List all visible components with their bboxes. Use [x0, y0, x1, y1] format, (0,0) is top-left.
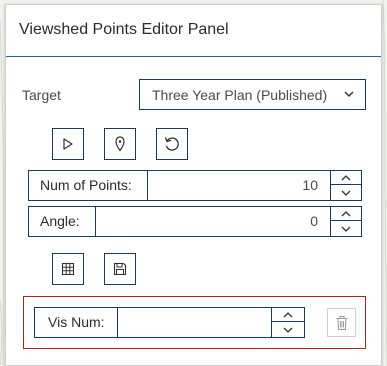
table-icon [61, 262, 75, 276]
place-point-button[interactable] [104, 128, 136, 160]
vis-num-decrement-button[interactable] [272, 322, 304, 337]
chevron-down-icon [341, 226, 351, 232]
target-select[interactable]: Three Year Plan (Published) [139, 79, 366, 110]
target-label: Target [22, 87, 61, 103]
vis-num-increment-button[interactable] [272, 308, 304, 322]
angle-increment-button[interactable] [331, 207, 361, 221]
save-icon [113, 262, 127, 276]
angle-label: Angle: [29, 207, 96, 236]
target-row: Target Three Year Plan (Published) [6, 79, 381, 111]
num-points-field: Num of Points: 10 [28, 170, 362, 201]
table-button[interactable] [52, 253, 84, 285]
angle-input[interactable]: 0 [97, 213, 318, 229]
trash-icon [336, 315, 347, 330]
delete-vis-num-button[interactable] [327, 308, 356, 337]
chevron-down-icon [283, 327, 293, 333]
num-points-label: Num of Points: [29, 171, 148, 200]
angle-decrement-button[interactable] [331, 221, 361, 236]
save-button[interactable] [104, 253, 136, 285]
chevron-down-icon [344, 91, 354, 97]
vis-num-row: Vis Num: [23, 296, 366, 349]
chevron-up-icon [341, 210, 351, 216]
vis-num-spinner [271, 308, 304, 337]
angle-field: Angle: 0 [28, 206, 362, 237]
vis-num-field: Vis Num: [34, 307, 305, 338]
num-points-input[interactable]: 10 [149, 177, 318, 193]
vis-num-label: Vis Num: [35, 308, 118, 337]
chevron-up-icon [283, 311, 293, 317]
num-points-decrement-button[interactable] [331, 185, 361, 200]
panel-title: Viewshed Points Editor Panel [6, 5, 381, 57]
angle-spinner [330, 207, 361, 236]
target-select-value: Three Year Plan (Published) [152, 87, 328, 103]
reset-button[interactable] [156, 128, 188, 160]
pointer-icon [63, 138, 73, 150]
chevron-up-icon [341, 174, 351, 180]
refresh-icon [164, 137, 179, 151]
map-pin-icon [115, 136, 125, 152]
num-points-spinner [330, 171, 361, 200]
num-points-increment-button[interactable] [331, 171, 361, 185]
vis-num-input[interactable] [118, 308, 273, 337]
viewshed-editor-panel: Viewshed Points Editor Panel Target Thre… [5, 4, 382, 366]
chevron-down-icon [341, 190, 351, 196]
select-tool-button[interactable] [52, 128, 84, 160]
